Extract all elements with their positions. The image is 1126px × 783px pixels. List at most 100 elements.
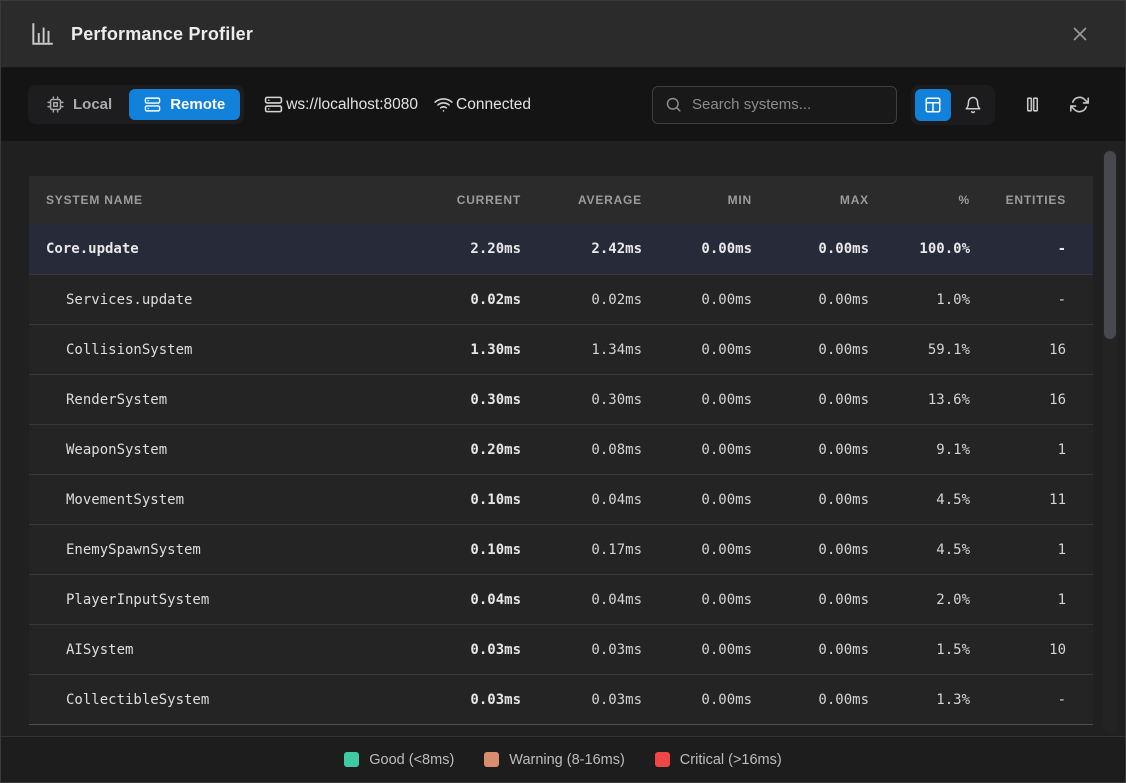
toolbar: Local Remote (1, 68, 1125, 141)
cpu-icon (47, 96, 64, 113)
cell-current: 0.03ms (401, 692, 521, 708)
column-header-system-name[interactable]: System Name (29, 193, 401, 207)
refresh-icon (1070, 95, 1089, 114)
view-icon-group (911, 85, 995, 125)
local-mode-button[interactable]: Local (32, 89, 127, 120)
cell-max: 0.00ms (752, 592, 869, 608)
remote-mode-label: Remote (170, 96, 225, 113)
cell-percent: 13.6% (869, 392, 970, 408)
cell-name: EnemySpawnSystem (29, 542, 401, 558)
cell-percent: 4.5% (869, 492, 970, 508)
column-header-max[interactable]: Max (752, 193, 869, 207)
table-row[interactable]: RenderSystem0.30ms0.30ms0.00ms0.00ms13.6… (29, 374, 1093, 424)
table-row[interactable]: EnemySpawnSystem0.10ms0.17ms0.00ms0.00ms… (29, 524, 1093, 574)
notifications-button[interactable] (955, 89, 991, 121)
vertical-scrollbar[interactable] (1103, 149, 1117, 732)
table-row[interactable]: Services.update0.02ms0.02ms0.00ms0.00ms1… (29, 274, 1093, 324)
cell-average: 0.04ms (521, 492, 642, 508)
cell-entities: - (970, 692, 1066, 708)
legend-item: Critical (>16ms) (655, 752, 782, 768)
cell-name: AISystem (29, 642, 401, 658)
legend-swatch-icon (344, 752, 359, 767)
cell-entities: 1 (970, 442, 1066, 458)
cell-min: 0.00ms (642, 692, 752, 708)
cell-max: 0.00ms (752, 492, 869, 508)
cell-name: RenderSystem (29, 392, 401, 408)
cell-average: 1.34ms (521, 342, 642, 358)
table-row[interactable]: Core.update2.20ms2.42ms0.00ms0.00ms100.0… (29, 224, 1093, 274)
cell-current: 0.30ms (401, 392, 521, 408)
column-header-current[interactable]: Current (401, 193, 521, 207)
legend-item: Good (<8ms) (344, 752, 454, 768)
scrollbar-thumb[interactable] (1104, 151, 1116, 339)
cell-percent: 9.1% (869, 442, 970, 458)
connection-url: ws://localhost:8080 (264, 95, 418, 114)
legend-swatch-icon (655, 752, 670, 767)
cell-percent: 59.1% (869, 342, 970, 358)
cell-current: 0.03ms (401, 642, 521, 658)
legend-bar: Good (<8ms) Warning (8-16ms) Critical (>16… (1, 736, 1125, 782)
cell-name: Services.update (29, 292, 401, 308)
cell-max: 0.00ms (752, 241, 869, 257)
wifi-icon (434, 95, 453, 114)
table-row[interactable]: AISystem0.03ms0.03ms0.00ms0.00ms1.5%10 (29, 624, 1093, 674)
table-row[interactable]: PlayerInputSystem0.04ms0.04ms0.00ms0.00m… (29, 574, 1093, 624)
column-header-average[interactable]: Average (521, 193, 642, 207)
cell-percent: 4.5% (869, 542, 970, 558)
table-view-icon (924, 96, 942, 114)
remote-mode-button[interactable]: Remote (129, 89, 240, 120)
cell-min: 0.00ms (642, 542, 752, 558)
cell-current: 1.30ms (401, 342, 521, 358)
cell-percent: 100.0% (869, 241, 970, 257)
cell-entities: 11 (970, 492, 1066, 508)
table-row[interactable]: CollisionSystem1.30ms1.34ms0.00ms0.00ms5… (29, 324, 1093, 374)
connection-status-text: Connected (456, 96, 531, 114)
bar-chart-icon (29, 21, 55, 47)
table-row[interactable]: CollectibleSystem0.03ms0.03ms0.00ms0.00m… (29, 674, 1093, 724)
cell-min: 0.00ms (642, 492, 752, 508)
legend-item: Warning (8-16ms) (484, 752, 625, 768)
cell-entities: 16 (970, 342, 1066, 358)
cell-max: 0.00ms (752, 442, 869, 458)
cell-max: 0.00ms (752, 392, 869, 408)
table-view-button[interactable] (915, 89, 951, 121)
cell-max: 0.00ms (752, 342, 869, 358)
search-box (652, 86, 897, 124)
mode-toggle: Local Remote (28, 85, 244, 124)
cell-name: PlayerInputSystem (29, 592, 401, 608)
server-icon (144, 96, 161, 113)
bell-icon (964, 96, 982, 114)
cell-min: 0.00ms (642, 592, 752, 608)
cell-entities: 10 (970, 642, 1066, 658)
cell-min: 0.00ms (642, 292, 752, 308)
connection-url-text: ws://localhost:8080 (286, 96, 418, 114)
close-icon[interactable] (1065, 19, 1095, 49)
cell-entities: 1 (970, 542, 1066, 558)
cell-average: 0.08ms (521, 442, 642, 458)
cell-min: 0.00ms (642, 241, 752, 257)
cell-average: 0.03ms (521, 692, 642, 708)
cell-max: 0.00ms (752, 692, 869, 708)
table-row[interactable]: WeaponSystem0.20ms0.08ms0.00ms0.00ms9.1%… (29, 424, 1093, 474)
cell-name: Core.update (29, 241, 401, 257)
search-input[interactable] (692, 96, 884, 113)
cell-current: 0.02ms (401, 292, 521, 308)
column-header-min[interactable]: Min (642, 193, 752, 207)
cell-current: 0.04ms (401, 592, 521, 608)
table-row[interactable]: MovementSystem0.10ms0.04ms0.00ms0.00ms4.… (29, 474, 1093, 524)
performance-profiler-window: Performance Profiler Local (0, 0, 1126, 783)
cell-entities: - (970, 292, 1066, 308)
cell-name: CollectibleSystem (29, 692, 401, 708)
column-header-entities[interactable]: Entities (970, 193, 1066, 207)
refresh-button[interactable] (1068, 93, 1091, 116)
local-mode-label: Local (73, 96, 112, 113)
cell-min: 0.00ms (642, 392, 752, 408)
cell-entities: - (970, 241, 1066, 257)
cell-current: 0.20ms (401, 442, 521, 458)
page-title: Performance Profiler (71, 24, 253, 45)
pause-button[interactable] (1021, 93, 1044, 116)
cell-average: 0.30ms (521, 392, 642, 408)
server-icon (264, 95, 283, 114)
pause-icon (1023, 95, 1042, 114)
column-header--[interactable]: % (869, 193, 970, 207)
